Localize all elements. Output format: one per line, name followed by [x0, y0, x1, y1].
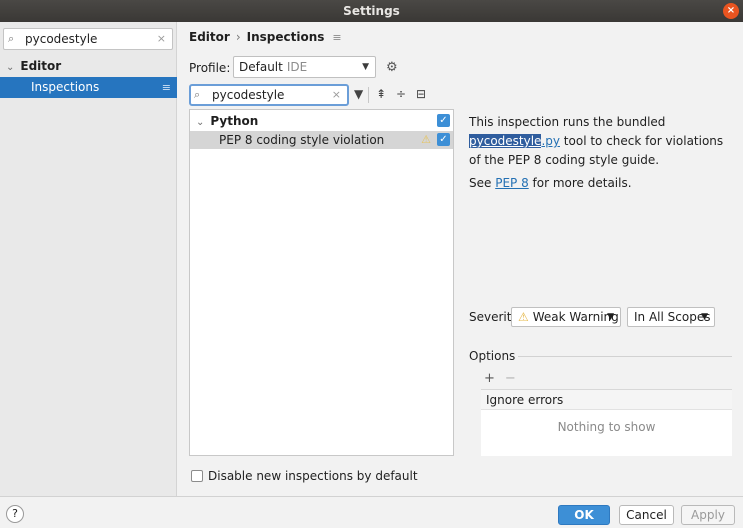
options-divider	[518, 356, 732, 357]
python-enabled-checkbox[interactable]: ✓	[437, 114, 450, 127]
reset-icon[interactable]: ⊟	[416, 87, 426, 101]
add-icon[interactable]: +	[484, 371, 495, 386]
tree-row-python[interactable]: ⌄ Python ✓	[190, 112, 453, 130]
window-titlebar: Settings ×	[0, 0, 743, 22]
filter-value: pycodestyle	[212, 88, 285, 102]
ok-button[interactable]: OK	[558, 505, 610, 525]
cancel-button[interactable]: Cancel	[619, 505, 674, 525]
profile-row: Profile: Default IDE ▼ ⚙	[189, 56, 398, 79]
severity-value: Weak Warning	[532, 310, 619, 324]
sidebar-item-editor[interactable]: ⌄ Editor	[0, 56, 177, 76]
pep8-enabled-checkbox[interactable]: ✓	[437, 133, 450, 146]
collapse-all-icon[interactable]: ÷	[396, 87, 406, 101]
window-title: Settings	[343, 4, 400, 18]
ignore-errors-table[interactable]: Ignore errors Nothing to show	[481, 389, 732, 456]
inspection-description: This inspection runs the bundled pycodes…	[469, 113, 734, 170]
disable-new-inspections-checkbox[interactable]	[191, 470, 203, 482]
scope-value: In All Scopes	[634, 310, 711, 324]
toolbar-separator	[368, 87, 369, 103]
description-text: This inspection runs the bundled	[469, 115, 666, 129]
pep8-link[interactable]: PEP 8	[495, 176, 529, 190]
breadcrumb-separator-icon: ›	[235, 30, 241, 44]
tree-row-pep8[interactable]: PEP 8 coding style violation ⚠ ✓	[190, 131, 453, 149]
options-label: Options	[469, 349, 516, 363]
search-icon: ⌕	[194, 88, 201, 101]
pycodestyle-link-ext[interactable]: .py	[541, 134, 560, 148]
dropdown-arrow-icon: ▼	[362, 62, 369, 72]
chevron-down-icon[interactable]: ⌄	[6, 62, 14, 73]
chevron-down-icon[interactable]: ⌄	[196, 117, 204, 128]
sidebar-item-label: Editor	[20, 59, 62, 73]
expand-all-icon[interactable]: ⇞	[376, 87, 386, 101]
disable-new-inspections-label: Disable new inspections by default	[208, 469, 418, 483]
profile-label: Profile:	[189, 61, 231, 75]
scope-select[interactable]: In All Scopes ▼	[627, 307, 715, 327]
profile-select[interactable]: Default IDE ▼	[233, 56, 376, 78]
gear-icon[interactable]: ⚙	[386, 57, 398, 79]
inspections-tree: ⌄ Python ✓ PEP 8 coding style violation ⚠…	[189, 109, 454, 456]
tree-row-label: Python	[210, 114, 259, 128]
empty-table-text: Nothing to show	[557, 420, 656, 434]
project-settings-icon: ≡	[161, 81, 171, 94]
breadcrumb: Editor › Inspections ≡	[189, 28, 342, 46]
profile-scope: IDE	[286, 60, 308, 74]
breadcrumb-current: Inspections	[246, 30, 325, 44]
warning-icon: ⚠	[518, 310, 529, 324]
filter-icon[interactable]: ▼	[354, 87, 363, 101]
disable-new-inspections-row[interactable]: Disable new inspections by default	[191, 468, 418, 484]
see-also-text: See PEP 8 for more details.	[469, 174, 632, 192]
apply-button[interactable]: Apply	[681, 505, 735, 525]
dialog-button-bar: ? OK Cancel Apply	[0, 496, 743, 528]
remove-icon[interactable]: −	[505, 371, 516, 386]
inspection-filter-input[interactable]: ⌕ pycodestyle ×	[189, 84, 349, 106]
options-toolbar: + −	[484, 371, 516, 386]
settings-sidebar: ⌕ pycodestyle × ⌄ Editor Inspections ≡	[0, 22, 177, 496]
page-menu-icon: ≡	[332, 31, 342, 44]
tree-row-label: PEP 8 coding style violation	[219, 133, 385, 147]
see-prefix: See	[469, 176, 496, 190]
settings-main-panel: Editor › Inspections ≡ Profile: Default IDE …	[178, 22, 743, 496]
table-column-header: Ignore errors	[481, 390, 732, 410]
close-window-button[interactable]: ×	[723, 3, 739, 19]
settings-search-field[interactable]: ⌕ pycodestyle ×	[3, 28, 173, 50]
see-suffix: for more details.	[528, 176, 632, 190]
search-icon: ⌕	[8, 32, 15, 45]
clear-filter-icon[interactable]: ×	[332, 88, 341, 101]
breadcrumb-parent: Editor	[189, 30, 230, 44]
clear-search-icon[interactable]: ×	[157, 32, 166, 45]
settings-search-value: pycodestyle	[25, 32, 98, 46]
pycodestyle-link[interactable]: pycodestyle	[469, 134, 542, 148]
profile-value: Default	[239, 60, 283, 74]
help-button[interactable]: ?	[6, 505, 24, 523]
severity-row: Severity: ⚠ Weak Warning ▼ In All Scopes …	[469, 307, 715, 327]
severity-select[interactable]: ⚠ Weak Warning ▼	[511, 307, 621, 327]
sidebar-item-label: Inspections	[31, 80, 100, 94]
dropdown-arrow-icon: ▼	[607, 312, 614, 322]
warning-icon: ⚠	[421, 133, 431, 146]
sidebar-item-inspections[interactable]: Inspections ≡	[0, 77, 177, 98]
dropdown-arrow-icon: ▼	[701, 312, 708, 322]
